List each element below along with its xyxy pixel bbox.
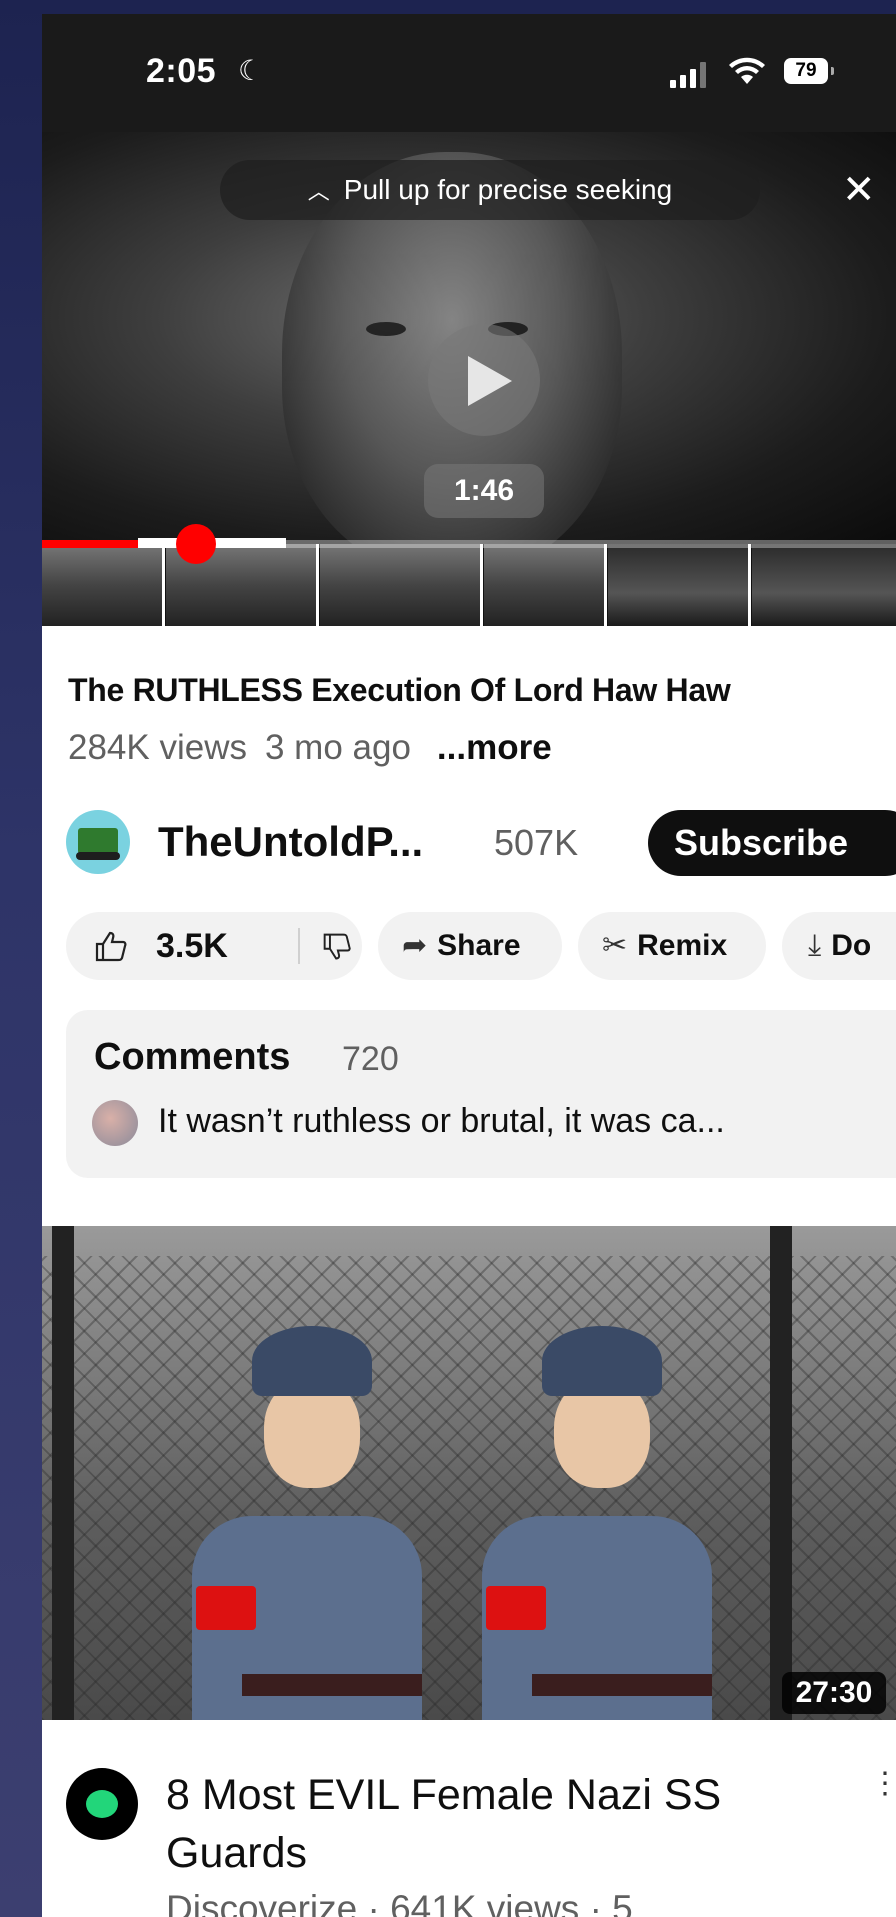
like-count[interactable]: 3.5K bbox=[156, 912, 228, 980]
play-button[interactable] bbox=[428, 324, 540, 436]
chevron-up-icon: ︿ bbox=[307, 179, 330, 204]
top-comment: It wasn’t ruthless or brutal, it was ca.… bbox=[158, 1102, 725, 1140]
comments-panel[interactable]: Comments 720 It wasn’t ruthless or bruta… bbox=[66, 1010, 896, 1178]
share-label: Share bbox=[437, 929, 521, 962]
recommended-video-thumbnail[interactable] bbox=[42, 1226, 896, 1720]
download-icon: ⤓ bbox=[808, 929, 822, 962]
upload-age: 3 mo ago bbox=[264, 728, 411, 767]
share-icon: ➦ bbox=[402, 929, 428, 962]
divider bbox=[298, 928, 300, 964]
download-label: Do bbox=[831, 929, 872, 962]
comments-title: Comments bbox=[94, 1036, 291, 1078]
download-button[interactable]: ⤓ Do bbox=[782, 912, 896, 980]
signal-icon bbox=[670, 62, 710, 88]
seek-time: 1:46 bbox=[424, 464, 544, 518]
comments-count: 720 bbox=[342, 1040, 399, 1078]
channel-avatar[interactable] bbox=[66, 810, 130, 874]
video-duration: 27:30 bbox=[782, 1672, 886, 1714]
channel-name[interactable]: TheUntoldP... bbox=[158, 818, 423, 866]
like-dislike-chip: 3.5K bbox=[66, 912, 362, 980]
battery-icon: 79 bbox=[784, 58, 834, 84]
more-options-icon[interactable]: ⋮ bbox=[870, 1766, 896, 1801]
remix-icon: ✂ bbox=[602, 929, 628, 962]
moon-icon: ☾ bbox=[238, 55, 264, 86]
remix-label: Remix bbox=[637, 929, 728, 962]
close-icon[interactable]: ✕ bbox=[842, 170, 876, 210]
phone-screen: 2:05 ☾ 79 ︿ Pull up for precise seeking ✕… bbox=[42, 14, 896, 1917]
video-meta[interactable]: 284K views 3 mo ago ...more bbox=[68, 728, 552, 768]
wifi-icon bbox=[729, 57, 765, 84]
play-icon bbox=[468, 356, 512, 406]
recommended-video-title[interactable]: 8 Most EVIL Female Nazi SS Guards bbox=[166, 1766, 816, 1882]
clock: 2:05 bbox=[146, 52, 217, 90]
more-link[interactable]: ...more bbox=[437, 728, 552, 767]
scrubber-handle[interactable] bbox=[176, 524, 216, 564]
thumbs-up-icon[interactable] bbox=[94, 930, 128, 962]
remix-button[interactable]: ✂ Remix bbox=[578, 912, 766, 980]
commenter-avatar bbox=[92, 1100, 138, 1146]
thumbs-down-icon[interactable] bbox=[322, 932, 352, 962]
precise-seek-hint[interactable]: ︿ Pull up for precise seeking bbox=[220, 160, 760, 220]
video-player[interactable]: ︿ Pull up for precise seeking ✕ 1:46 bbox=[42, 132, 896, 544]
view-count: 284K views bbox=[68, 728, 247, 767]
status-bar: 2:05 ☾ 79 bbox=[42, 14, 896, 132]
thumbnail-scrub-strip[interactable] bbox=[42, 544, 896, 626]
share-button[interactable]: ➦ Share bbox=[378, 912, 562, 980]
seek-hint-label: Pull up for precise seeking bbox=[343, 174, 673, 205]
subscriber-count: 507K bbox=[494, 822, 579, 863]
recommended-channel-avatar[interactable] bbox=[66, 1768, 138, 1840]
subscribe-button[interactable]: Subscribe bbox=[648, 810, 896, 876]
video-title[interactable]: The RUTHLESS Execution Of Lord Haw Haw bbox=[68, 672, 731, 709]
progress-bar[interactable] bbox=[42, 524, 896, 564]
recommended-video-meta: Discoverize · 641K views · 5 bbox=[166, 1888, 633, 1917]
